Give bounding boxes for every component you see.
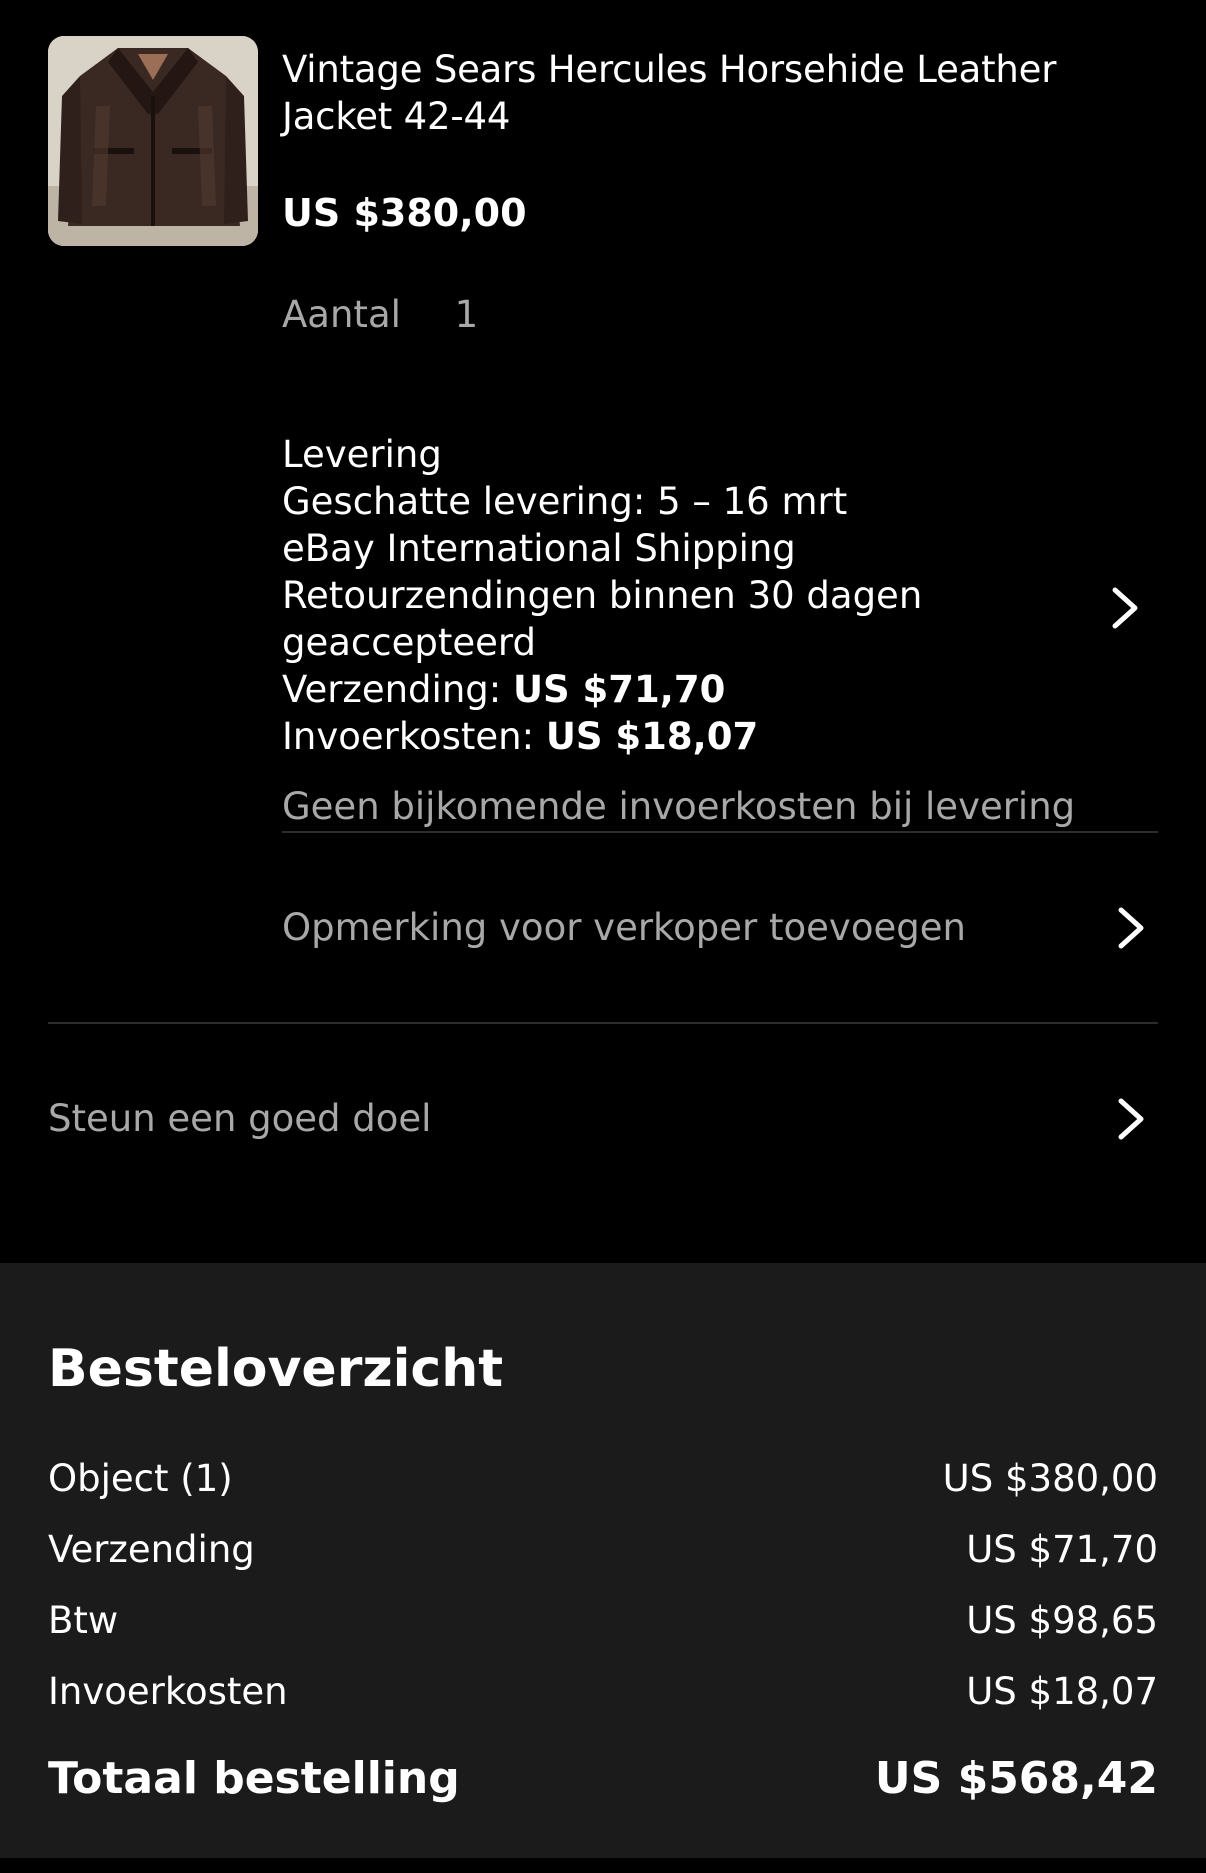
order-summary: Besteloverzicht Object (1) US $380,00 Ve…	[0, 1263, 1206, 1858]
summary-row-label: Object (1)	[48, 1457, 233, 1500]
no-extra-import-note: Geen bijkomende invoerkosten bij leverin…	[282, 785, 1076, 828]
item-title[interactable]: Vintage Sears Hercules Horsehide Leather…	[282, 46, 1142, 140]
summary-row-value: US $71,70	[966, 1528, 1158, 1571]
summary-row-value: US $18,07	[966, 1670, 1158, 1713]
order-total-value: US $568,42	[874, 1753, 1158, 1804]
order-summary-title: Besteloverzicht	[48, 1339, 504, 1399]
summary-row-value: US $98,65	[966, 1599, 1158, 1642]
returns-policy: Retourzendingen binnen 30 dagen geaccept…	[282, 574, 923, 664]
charity-label: Steun een goed doel	[48, 1097, 432, 1140]
quantity-value: 1	[454, 293, 479, 336]
divider	[282, 831, 1158, 833]
chevron-right-icon[interactable]	[1104, 585, 1144, 631]
item-price: US $380,00	[282, 191, 527, 235]
summary-row-value: US $380,00	[942, 1457, 1158, 1500]
quantity-label: Aantal	[282, 293, 401, 336]
checkout-screen: Vintage Sears Hercules Horsehide Leather…	[0, 0, 1206, 1873]
shipping-cost-line: Verzending: US $71,70	[282, 666, 982, 713]
summary-row-item: Object (1) US $380,00	[48, 1454, 1158, 1504]
leather-jacket-image	[48, 36, 258, 246]
summary-row-label: Verzending	[48, 1528, 255, 1571]
delivery-details: Levering Geschatte levering: 5 – 16 mrt …	[282, 431, 982, 760]
section-divider	[48, 1022, 1158, 1024]
quantity-row: Aantal 1	[282, 292, 478, 338]
chevron-right-icon[interactable]	[1110, 905, 1150, 951]
summary-row-vat: Btw US $98,65	[48, 1596, 1158, 1646]
delivery-heading: Levering	[282, 433, 442, 476]
order-total-row: Totaal bestelling US $568,42	[48, 1749, 1158, 1809]
chevron-right-icon[interactable]	[1110, 1096, 1150, 1142]
add-seller-note-label: Opmerking voor verkoper toevoegen	[282, 906, 966, 949]
shipping-cost-label: Verzending:	[282, 668, 513, 711]
shipping-cost-value: US $71,70	[512, 668, 726, 711]
import-cost-value: US $18,07	[545, 715, 759, 758]
delivery-estimate: Geschatte levering: 5 – 16 mrt	[282, 480, 848, 523]
delivery-option[interactable]: Levering Geschatte levering: 5 – 16 mrt …	[282, 431, 1162, 761]
charity-row[interactable]: Steun een goed doel	[48, 1091, 1158, 1147]
import-cost-line: Invoerkosten: US $18,07	[282, 713, 982, 760]
item-image[interactable]	[48, 36, 258, 246]
summary-row-label: Btw	[48, 1599, 119, 1642]
order-total-label: Totaal bestelling	[48, 1753, 460, 1804]
summary-row-label: Invoerkosten	[48, 1670, 288, 1713]
summary-row-import: Invoerkosten US $18,07	[48, 1667, 1158, 1717]
delivery-carrier: eBay International Shipping	[282, 527, 796, 570]
summary-row-shipping: Verzending US $71,70	[48, 1525, 1158, 1575]
add-seller-note-row[interactable]: Opmerking voor verkoper toevoegen	[282, 900, 1158, 956]
import-cost-label: Invoerkosten:	[282, 715, 546, 758]
